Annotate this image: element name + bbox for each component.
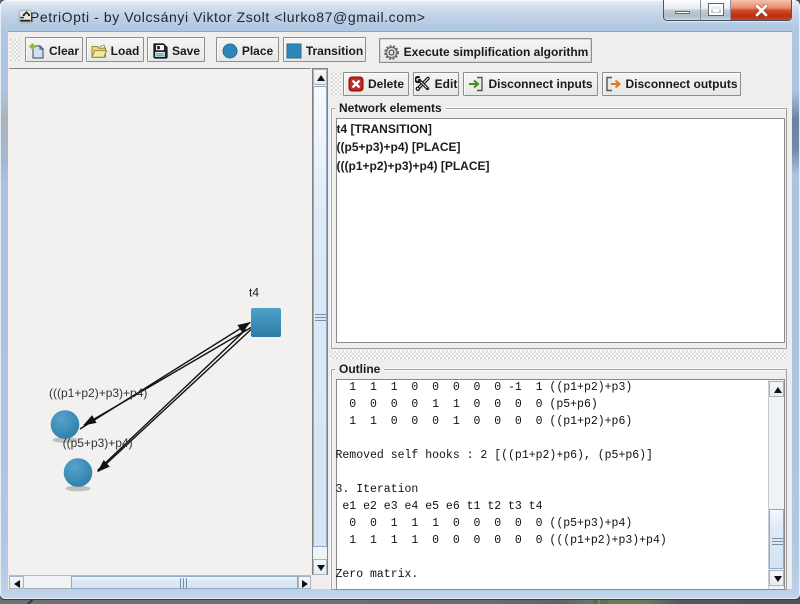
svg-text:(((p1+p2)+p3)+p4): (((p1+p2)+p3)+p4) bbox=[49, 386, 147, 400]
svg-text:((p5+p3)+p4): ((p5+p3)+p4) bbox=[63, 436, 133, 450]
svg-text:t4: t4 bbox=[249, 286, 259, 300]
